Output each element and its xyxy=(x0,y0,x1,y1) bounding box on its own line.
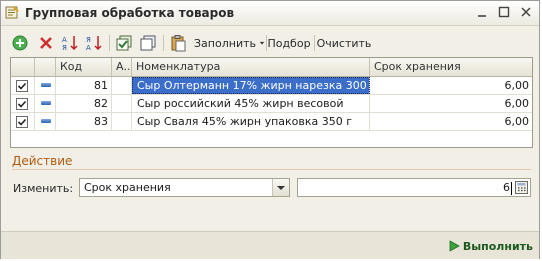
sort-descending-button[interactable]: ЯА xyxy=(83,32,105,54)
window-title: Групповая обработка товаров xyxy=(25,6,235,20)
code-cell[interactable]: 82 xyxy=(56,95,112,112)
svg-text:А: А xyxy=(62,36,67,44)
delete-row-button[interactable] xyxy=(35,32,57,54)
new-value-input[interactable]: 6 xyxy=(297,178,531,197)
toolbar-separator xyxy=(109,35,110,51)
toolbar-separator xyxy=(163,35,164,51)
checkmark-icon xyxy=(17,82,27,90)
title-bar: Групповая обработка товаров xyxy=(1,1,539,26)
toolbar: АЯ ЯА Заполнить Подбор Очистить xyxy=(9,32,531,54)
nomenclature-cell[interactable]: Сыр Олтерманн 17% жирн нарезка 300 г xyxy=(132,77,370,94)
row-check-cell[interactable] xyxy=(11,77,35,94)
column-header-code[interactable]: Код xyxy=(56,58,112,76)
shelf-life-cell[interactable]: 6,00 xyxy=(370,77,532,94)
sort-ascending-button[interactable]: АЯ xyxy=(59,32,81,54)
row-item-icon xyxy=(41,119,51,123)
delete-icon xyxy=(40,37,52,49)
shelf-life-cell[interactable]: 6,00 xyxy=(370,113,532,130)
text-cursor xyxy=(511,182,512,195)
code-cell[interactable]: 81 xyxy=(56,77,112,94)
row-checkbox[interactable] xyxy=(16,98,28,110)
uncheck-all-icon xyxy=(140,35,156,51)
calculator-icon xyxy=(515,181,528,194)
shelf-life-cell[interactable]: 6,00 xyxy=(370,95,532,112)
fill-label: Заполнить xyxy=(194,36,256,50)
table-row[interactable]: 81 Сыр Олтерманн 17% жирн нарезка 300 г … xyxy=(11,77,532,95)
row-checkbox[interactable] xyxy=(16,116,28,128)
checkmark-icon xyxy=(17,118,27,126)
change-label: Изменить: xyxy=(13,182,74,195)
checkmark-icon xyxy=(17,100,27,108)
sort-ascending-icon: АЯ xyxy=(62,36,78,52)
code-cell[interactable]: 83 xyxy=(56,113,112,130)
row-icon-cell xyxy=(35,95,56,112)
uncheck-all-button[interactable] xyxy=(137,32,159,54)
a-cell[interactable] xyxy=(112,113,132,130)
chevron-down-icon xyxy=(277,186,285,190)
new-value-text: 6 xyxy=(503,181,510,194)
table-header: Код А.. Номенклатура Срок хранения xyxy=(11,58,532,77)
clipboard-icon xyxy=(171,35,186,52)
nomenclature-cell[interactable]: Сыр Сваля 45% жирн упаковка 350 г xyxy=(132,113,370,130)
selection-label: Подбор xyxy=(267,36,311,50)
clear-button[interactable]: Очистить xyxy=(317,32,372,54)
clear-label: Очистить xyxy=(316,36,372,50)
attribute-dropdown-button[interactable] xyxy=(272,179,289,196)
row-icon-cell xyxy=(35,113,56,130)
row-check-cell[interactable] xyxy=(11,95,35,112)
calculator-button[interactable] xyxy=(514,180,529,195)
sort-descending-icon: ЯА xyxy=(86,36,102,52)
add-row-button[interactable] xyxy=(9,32,31,54)
column-header-shelf-life[interactable]: Срок хранения xyxy=(370,58,532,76)
attribute-select[interactable]: Срок хранения xyxy=(79,178,290,197)
paste-button[interactable] xyxy=(167,32,189,54)
maximize-button[interactable] xyxy=(495,4,513,21)
a-cell[interactable] xyxy=(112,95,132,112)
attribute-select-value: Срок хранения xyxy=(84,181,171,194)
add-icon xyxy=(12,35,28,51)
row-item-icon xyxy=(41,101,51,105)
nomenclature-cell[interactable]: Сыр российский 45% жирн весовой xyxy=(132,95,370,112)
action-section-title: Действие xyxy=(12,154,73,168)
a-cell[interactable] xyxy=(112,77,132,94)
check-all-button[interactable] xyxy=(113,32,135,54)
column-header-icon[interactable] xyxy=(35,58,56,76)
run-label: Выполнить xyxy=(462,239,533,253)
row-check-cell[interactable] xyxy=(11,113,35,130)
row-icon-cell xyxy=(35,77,56,94)
table-row[interactable]: 83 Сыр Сваля 45% жирн упаковка 350 г 6,0… xyxy=(11,113,532,131)
close-button[interactable] xyxy=(517,4,535,21)
play-icon xyxy=(449,240,460,252)
row-item-icon xyxy=(41,83,51,87)
column-header-nomenclature[interactable]: Номенклатура xyxy=(132,58,370,76)
products-table[interactable]: Код А.. Номенклатура Срок хранения 81 Сы… xyxy=(10,57,533,148)
svg-text:А: А xyxy=(86,44,91,52)
section-divider xyxy=(12,169,531,170)
fill-menu-button[interactable]: Заполнить xyxy=(191,32,265,54)
minimize-button[interactable] xyxy=(473,4,491,21)
group-processing-window: Групповая обработка товаров АЯ ЯА Заполн… xyxy=(0,0,540,259)
app-icon xyxy=(5,5,20,20)
run-button[interactable]: Выполнить xyxy=(448,238,533,254)
svg-text:Я: Я xyxy=(86,36,91,44)
table-row[interactable]: 82 Сыр российский 45% жирн весовой 6,00 xyxy=(11,95,532,113)
svg-text:Я: Я xyxy=(62,44,67,52)
check-all-icon xyxy=(116,35,132,51)
row-checkbox[interactable] xyxy=(16,80,28,92)
footer-bar: Выполнить xyxy=(1,231,539,259)
column-header-a[interactable]: А.. xyxy=(112,58,132,76)
column-header-check[interactable] xyxy=(11,58,35,76)
selection-button[interactable]: Подбор xyxy=(267,32,310,54)
